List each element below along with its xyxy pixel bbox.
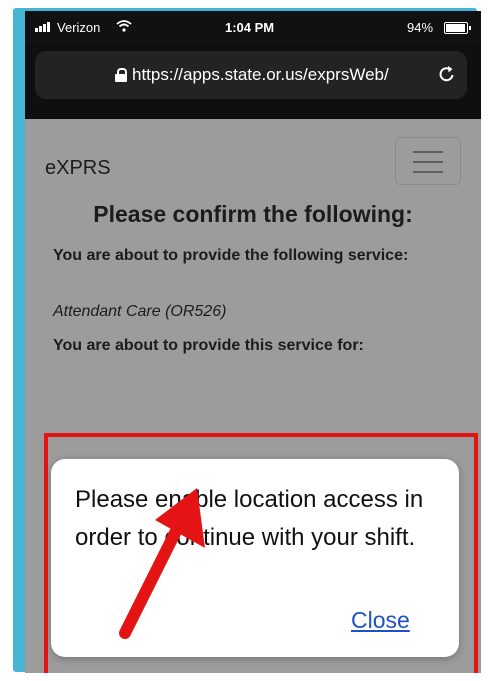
signal-icon <box>35 22 53 32</box>
lock-icon <box>115 68 127 82</box>
service-value: Attendant Care (OR526) <box>53 303 227 320</box>
status-bar: Verizon 1:04 PM 94% <box>25 11 481 44</box>
page-heading: Please confirm the following: <box>93 201 413 227</box>
dialog-message: Please enable location access in order t… <box>75 486 424 551</box>
address-bar[interactable]: https://apps.state.or.us/exprsWeb/ <box>35 51 467 99</box>
battery-icon <box>444 22 471 34</box>
close-button[interactable]: Close <box>351 607 410 634</box>
hamburger-menu-icon[interactable] <box>395 137 461 185</box>
location-alert-dialog: Please enable location access in order t… <box>51 459 459 657</box>
phone-screen: Verizon 1:04 PM 94% https://apps.state.o… <box>25 11 481 673</box>
clock: 1:04 PM <box>225 20 275 35</box>
battery-percent: 94% <box>407 20 434 35</box>
app-title: eXPRS <box>45 157 111 179</box>
service-label: You are about to provide the following s… <box>53 247 409 264</box>
recipient-label: You are about to provide this service fo… <box>53 337 364 354</box>
url-text: https://apps.state.or.us/exprsWeb/ <box>132 65 389 84</box>
carrier-name: Verizon <box>57 20 101 35</box>
wifi-icon <box>116 20 132 32</box>
reload-icon[interactable] <box>437 64 457 84</box>
page-content: eXPRS Please confirm the following: You … <box>25 119 481 673</box>
browser-toolbar: https://apps.state.or.us/exprsWeb/ <box>25 44 481 119</box>
